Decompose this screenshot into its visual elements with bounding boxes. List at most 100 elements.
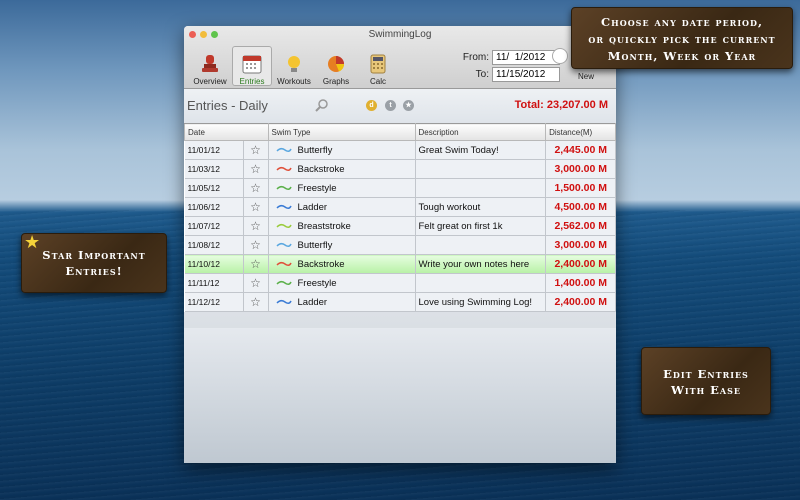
star-toggle-icon[interactable]: ☆ [243,254,269,274]
row-distance[interactable]: 1,500.00 M [545,178,616,198]
swim-stroke-icon [275,261,292,266]
row-description[interactable] [415,235,547,255]
entries-title: Entries - Daily [187,98,268,113]
row-description[interactable] [415,159,547,179]
row-date: 11/05/12 [184,178,244,198]
callout-top-line-3: Month, Week or Year [607,49,757,63]
calendar-icon [242,55,262,74]
row-description[interactable]: Felt great on first 1k [415,216,547,236]
daily-filter-button[interactable]: d [366,100,377,111]
column-header-swim-type[interactable]: Swim Type [267,123,416,141]
from-label: From: [462,52,489,63]
row-date: 11/08/12 [184,235,244,255]
star-filter-button[interactable]: ★ [403,100,414,111]
row-date: 11/12/12 [184,292,244,312]
star-toggle-icon[interactable]: ☆ [243,273,269,293]
table-row[interactable]: 11/06/12 ☆ Ladder Tough workout 4,500.00 M [184,197,616,217]
row-description[interactable]: Love using Swimming Log! [415,292,547,312]
table-row[interactable]: 11/12/12 ☆ Ladder Love using Swimming Log! 2… [184,292,616,312]
swim-stroke-icon [275,204,292,209]
row-swim-type-label: Breaststroke [297,220,351,232]
to-date-field[interactable] [492,67,560,82]
row-date: 11/03/12 [184,159,244,179]
callout-edit-entries: Edit Entries With Ease [641,347,771,415]
row-distance[interactable]: 2,445.00 M [545,140,616,160]
row-swim-type[interactable]: Ladder [268,292,416,312]
toolbar-calc[interactable]: Calc [358,46,398,86]
row-swim-type[interactable]: Freestyle [268,273,416,293]
row-swim-type-label: Ladder [297,296,328,308]
app-window: SwimmingLog Overview Entries Workouts Gr… [184,26,616,463]
toolbar-workouts-label: Workouts [277,77,311,86]
row-swim-type-label: Backstroke [297,163,345,175]
star-toggle-icon[interactable]: ☆ [243,216,269,236]
swim-stroke-icon [275,280,292,285]
table-row[interactable]: 11/03/12 ☆ Backstroke 3,000.00 M [184,159,616,179]
column-header-date[interactable]: Date [184,123,269,141]
callout-top-line-1: Choose any date period, [601,15,763,29]
date-filter: From: To: [463,50,560,84]
star-toggle-icon[interactable]: ☆ [243,292,269,312]
star-toggle-icon[interactable]: ☆ [243,140,269,160]
row-swim-type-label: Freestyle [297,182,337,194]
table-row[interactable]: 11/01/12 ☆ Butterfly Great Swim Today! 2,445… [184,140,616,160]
star-toggle-icon[interactable]: ☆ [243,235,269,255]
row-swim-type[interactable]: Breaststroke [268,216,416,236]
row-distance[interactable]: 2,562.00 M [545,216,616,236]
row-distance[interactable]: 4,500.00 M [545,197,616,217]
row-swim-type[interactable]: Freestyle [268,178,416,198]
row-swim-type[interactable]: Butterfly [268,140,416,160]
row-distance[interactable]: 3,000.00 M [545,235,616,255]
entries-header: Entries - Daily d t ★ Total: 23,207.00 M [184,89,616,123]
star-toggle-icon[interactable]: ☆ [243,159,269,179]
toolbar-workouts[interactable]: Workouts [274,46,314,86]
total-filter-button[interactable]: t [385,100,396,111]
row-distance[interactable]: 2,400.00 M [545,254,616,274]
table-row[interactable]: 11/05/12 ☆ Freestyle 1,500.00 M [184,178,616,198]
column-header-description[interactable]: Description [414,123,547,141]
table-row[interactable]: 11/07/12 ☆ Breaststroke Felt great on first… [184,216,616,236]
row-swim-type[interactable]: Backstroke [268,159,416,179]
row-distance[interactable]: 2,400.00 M [545,292,616,312]
from-date-field[interactable] [492,50,560,65]
row-description[interactable] [415,273,547,293]
callout-date-period: Choose any date period, or quickly pick … [571,7,793,69]
table-row[interactable]: 11/11/12 ☆ Freestyle 1,400.00 M [184,273,616,293]
star-icon: ★ [24,232,41,252]
row-distance[interactable]: 1,400.00 M [545,273,616,293]
stamp-icon [202,55,218,72]
table-empty-area [184,328,616,463]
row-date: 11/07/12 [184,216,244,236]
row-swim-type[interactable]: Ladder [268,197,416,217]
row-swim-type-label: Freestyle [297,277,337,289]
row-description[interactable]: Great Swim Today! [415,140,547,160]
table-row[interactable]: 11/08/12 ☆ Butterfly 3,000.00 M [184,235,616,255]
table-row[interactable]: 11/10/12 ☆ Backstroke Write your own notes … [184,254,616,274]
row-swim-type[interactable]: Butterfly [268,235,416,255]
column-header-distance[interactable]: Distance(M) [545,123,616,141]
search-icon[interactable] [315,98,329,112]
row-description[interactable]: Tough workout [415,197,547,217]
new-label: New [577,72,594,81]
lightbulb-icon [288,56,300,72]
swim-stroke-icon [275,147,292,152]
date-stepper[interactable] [552,48,568,64]
star-toggle-icon[interactable]: ☆ [243,197,269,217]
row-description[interactable]: Write your own notes here [415,254,547,274]
row-distance[interactable]: 3,000.00 M [545,159,616,179]
callout-left-line-2: Entries! [65,264,123,278]
callout-star-entries: Star Important Entries! [21,233,167,293]
toolbar-graphs-label: Graphs [322,77,350,86]
toolbar: Overview Entries Workouts Graphs Calc [190,46,398,86]
swim-stroke-icon [275,223,292,228]
swim-stroke-icon [275,185,292,190]
callout-left-line-1: Star Important [42,248,146,262]
row-description[interactable] [415,178,547,198]
swim-stroke-icon [275,299,292,304]
toolbar-overview[interactable]: Overview [190,46,230,86]
row-swim-type[interactable]: Backstroke [268,254,416,274]
toolbar-entries[interactable]: Entries [232,46,272,86]
calculator-icon [370,54,386,74]
star-toggle-icon[interactable]: ☆ [243,178,269,198]
toolbar-graphs[interactable]: Graphs [316,46,356,86]
